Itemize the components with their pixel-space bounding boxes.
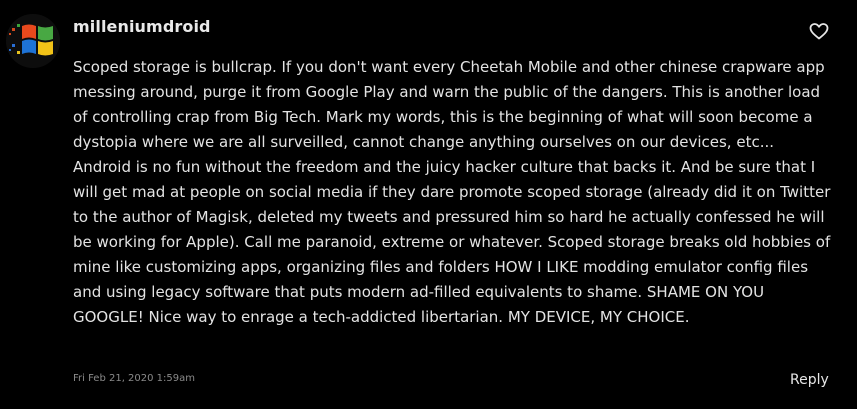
comment-body: Scoped storage is bullcrap. If you don't… <box>73 58 831 326</box>
username[interactable]: milleniumdroid <box>73 17 211 36</box>
windows-logo-icon <box>6 14 60 68</box>
avatar[interactable] <box>6 14 60 68</box>
reply-button[interactable]: Reply <box>790 372 829 388</box>
comment-card: milleniumdroid Scoped storage is bullcra… <box>0 0 857 409</box>
timestamp: Fri Feb 21, 2020 1:59am <box>73 373 196 384</box>
heart-icon[interactable] <box>808 21 830 41</box>
